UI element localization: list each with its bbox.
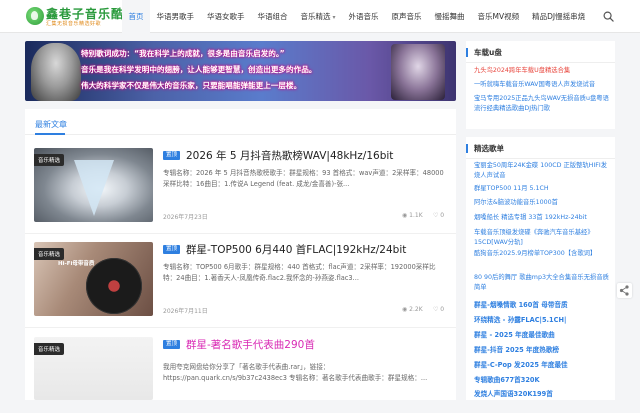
hero-banner[interactable]: 特别歌词成功：“我在科学上的成就，很多是由音乐启发的。” 音乐是我在科学发明中的…	[25, 41, 456, 101]
share-button[interactable]	[617, 283, 632, 298]
sidebar-link[interactable]: 一听就嗨车载音乐WAV国粤语人声发烧试音	[474, 80, 610, 90]
sticky-tag: 置顶	[163, 340, 181, 349]
divider	[25, 327, 456, 328]
sticky-tag: 置顶	[163, 245, 181, 254]
section-title-underline	[35, 133, 65, 135]
post-excerpt: 专辑名称：TOP500 6月歌手：群星规格：440 首格式：flac声道：2采样…	[163, 263, 436, 282]
category-badge[interactable]: 音乐精选	[34, 154, 65, 166]
sidebar-link[interactable]: 群星-抖音 2025 年度热歌榜	[474, 345, 610, 355]
site-header: 鑫巷子音乐酷 汇集无损音乐精选好歌 首页 华语男歌手 华语女歌手 华语组合 音乐…	[0, 0, 640, 33]
sidebar-link[interactable]: 酷狗音乐2025.9月榜单TOP300【含歌词】	[474, 249, 610, 259]
nav-item-home[interactable]: 首页	[122, 0, 150, 33]
divider	[25, 134, 456, 135]
logo-icon	[26, 7, 44, 25]
search-icon[interactable]	[603, 11, 614, 22]
share-icon	[619, 285, 629, 296]
post-excerpt: 专辑名称：2026 年 5 月抖音热歌榜歌手：群星规格：93 首格式：wav声道…	[163, 169, 444, 188]
sidebar-car-usb: 车载u盘 九头鸟2024跨年车载U盘精选合集 一听就嗨车载音乐WAV国粤语人声发…	[466, 41, 615, 129]
chevron-down-icon: ▾	[332, 14, 336, 21]
post-item: 音乐精选 置顶 2026 年 5 月抖音热歌榜WAV|48kHz/16bit 专…	[34, 148, 446, 224]
post-views: ◉ 1.1K	[402, 212, 423, 219]
sidebar-link[interactable]: 80 90后的舞厅 歌曲mp3大全合集音乐无损音质简单	[474, 273, 610, 293]
divider	[466, 158, 615, 159]
divider	[25, 233, 456, 234]
post-likes[interactable]: ♡ 0	[433, 306, 444, 313]
sidebar-link[interactable]: 群星-烟嗓情歌 160首 母带音质	[474, 300, 610, 310]
nav-item-male-singers[interactable]: 华语男歌手	[150, 0, 201, 33]
sticky-tag: 置顶	[163, 151, 181, 160]
post-excerpt: 我用夸克网盘给你分享了「著名歌手代表曲.rar」，链接：https://pan.…	[163, 363, 428, 382]
nav-item-foreign-music[interactable]: 外语音乐	[342, 0, 385, 33]
site-logo[interactable]: 鑫巷子音乐酷 汇集无损音乐精选好歌	[26, 5, 123, 29]
post-title[interactable]: 群星-TOP500 6月440 首FLAC|192kHz/24bit	[186, 242, 406, 257]
sidebar-link[interactable]: 群星 - 2025 年度最佳歌曲	[474, 330, 610, 340]
post-likes[interactable]: ♡ 0	[433, 212, 444, 219]
sidebar-link[interactable]: 群星TOP500 11月 5.1CH	[474, 184, 610, 194]
post-item: 音乐精选 Hi-Fi母带音质 置顶 群星-TOP500 6月440 首FLAC|…	[34, 242, 446, 318]
sidebar-link[interactable]: 烟嗓船长 精选专辑 33首 192kHz-24bit	[474, 213, 610, 223]
sidebar-link[interactable]: 宝马专用2025正品九头鸟WAV无损音质u盘粤语流行经典精选歌曲DJ热门歌	[474, 94, 610, 114]
post-thumbnail[interactable]: 音乐精选 Hi-Fi母带音质	[34, 242, 153, 316]
banner-text-line: 特别歌词成功：“我在科学上的成就，很多是由音乐启发的。”	[81, 49, 285, 58]
sidebar-title: 精选歌单	[466, 144, 504, 153]
sidebar-link[interactable]: 宝丽金50周年24K金碟 100CD 正版整轨HIFI发烧人声试音	[474, 161, 610, 181]
section-title: 最新文章	[35, 120, 67, 129]
post-thumbnail[interactable]: 音乐精选	[34, 337, 153, 400]
sidebar-link[interactable]: 群星-C-Pop 发2025 年度最佳	[474, 360, 610, 370]
main-nav: 首页 华语男歌手 华语女歌手 华语组合 音乐精选 ▾ 外语音乐 原声音乐 慢摇舞曲…	[122, 0, 592, 33]
post-title[interactable]: 2026 年 5 月抖音热歌榜WAV|48kHz/16bit	[186, 148, 393, 163]
post-item: 音乐精选 置顶 群星-著名歌手代表曲290首 我用夸克网盘给你分享了「著名歌手代…	[34, 337, 446, 413]
banner-portrait-left	[31, 43, 81, 101]
nav-item-music-picks[interactable]: 音乐精选 ▾	[294, 0, 342, 33]
banner-portrait-right	[391, 44, 445, 100]
post-views: ◉ 2.2K	[402, 306, 423, 313]
latest-posts-card: 最新文章 音乐精选 置顶 2026 年 5 月抖音热歌榜WAV|48kHz/16…	[25, 109, 456, 400]
sidebar-link[interactable]: 车载音乐顶级发烧碟《奔驰汽车音乐基经》15CD[WAV分轨]	[474, 228, 610, 248]
banner-text-line: 音乐是我在科学发明中的翅膀，让人能够更智慧，创造出更多的作品。	[81, 65, 317, 74]
nav-item-groups[interactable]: 华语组合	[251, 0, 294, 33]
sidebar-link[interactable]: 发烧人声国语320K199首	[474, 389, 610, 399]
nav-item-dj-mix[interactable]: 精品DJ慢摇串烧	[526, 0, 592, 33]
nav-item-soundtracks[interactable]: 原声音乐	[385, 0, 428, 33]
divider	[466, 62, 615, 63]
logo-subtitle: 汇集无损音乐精选好歌	[46, 21, 102, 27]
nav-item-mv-videos[interactable]: 音乐MV视频	[471, 0, 526, 33]
post-title[interactable]: 群星-著名歌手代表曲290首	[186, 337, 315, 352]
post-thumbnail[interactable]: 音乐精选	[34, 148, 153, 222]
sidebar-album-picks: 精选歌单 宝丽金50周年24K金碟 100CD 正版整轨HIFI发烧人声试音 群…	[466, 137, 615, 400]
sidebar-link[interactable]: 专辑歌曲677首320K	[474, 375, 610, 385]
banner-text-line: 伟大的科学家不仅是伟大的音乐家，只要能唱能弹能更上一层楼。	[81, 81, 302, 90]
sidebar-link[interactable]: 阿尔法&脑波功能音乐1000首	[474, 198, 610, 208]
post-date: 2026年7月23日	[163, 214, 208, 221]
sidebar-title: 车载u盘	[466, 48, 502, 57]
nav-item-female-singers[interactable]: 华语女歌手	[201, 0, 252, 33]
nav-item-dance[interactable]: 慢摇舞曲	[428, 0, 471, 33]
sidebar-link[interactable]: 九头鸟2024跨年车载U盘精选合集	[474, 66, 610, 76]
category-badge[interactable]: 音乐精选	[34, 343, 65, 355]
post-date: 2026年7月11日	[163, 308, 208, 315]
thumbnail-caption: Hi-Fi母带音质	[58, 261, 95, 267]
sidebar-link[interactable]: 环绕精选 - 孙露FLAC|5.1CH|	[474, 315, 610, 325]
